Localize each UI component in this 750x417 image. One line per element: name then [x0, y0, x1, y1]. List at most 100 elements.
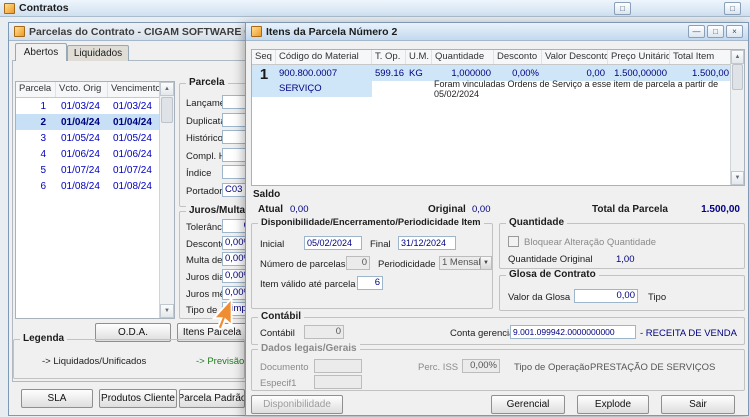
- item-valor-desconto: 0,00: [586, 67, 606, 79]
- tab-liquidados-label: Liquidados: [73, 48, 123, 59]
- sair-button-label: Sair: [689, 399, 707, 410]
- contabil-label: Contábil: [260, 328, 295, 339]
- disponibilidade-group: Disponibilidade/Encerramento/Periodicida…: [251, 217, 493, 309]
- parcelas-grid-scrollbar[interactable]: ▲ ▼: [159, 82, 174, 318]
- column-header-preco-unitario[interactable]: Preço Unitário: [608, 50, 670, 64]
- minimize-icon: —: [692, 26, 701, 36]
- bloquear-label: Bloquear Alteração Quantidade: [524, 237, 657, 248]
- column-header-quantidade[interactable]: Quantidade: [432, 50, 494, 64]
- column-header-um[interactable]: U.M.: [406, 50, 432, 64]
- column-header-vencimento[interactable]: Vencimento: [108, 82, 161, 97]
- glosa-group-title: Glosa de Contrato: [506, 269, 599, 280]
- scroll-down-button[interactable]: ▼: [160, 304, 174, 318]
- parcela-row[interactable]: 3 01/05/24 01/05/24: [16, 130, 174, 146]
- column-header-valor-desconto[interactable]: Valor Desconto: [542, 50, 608, 64]
- multa-de-label: Multa de: [186, 255, 223, 266]
- gerencial-button[interactable]: Gerencial: [491, 395, 565, 414]
- inicial-label: Inicial: [260, 239, 285, 250]
- itens-titlebar[interactable]: Itens da Parcela Número 2 — □ ×: [246, 23, 748, 41]
- conta-gerencial-label: Conta gerencial: [450, 328, 517, 339]
- scrollbar-thumb[interactable]: [161, 97, 173, 123]
- maximize-button[interactable]: □: [707, 25, 724, 38]
- legenda-previsao: -> Previsão: [196, 356, 245, 367]
- parcela-number: 2: [40, 116, 46, 128]
- parcela-row-selected[interactable]: 2 01/04/24 01/04/24: [16, 114, 174, 130]
- num-parcelas-input[interactable]: 0: [346, 256, 370, 270]
- parcela-row[interactable]: 5 01/07/24 01/07/24: [16, 162, 174, 178]
- itens-grid: Seq Código do Material T. Op. U.M. Quant…: [251, 49, 745, 186]
- scroll-down-icon: ▼: [734, 175, 741, 181]
- legenda-liquidados: -> Liquidados/Unificados: [42, 356, 147, 367]
- perc-iss-input[interactable]: 0,00%: [462, 359, 500, 373]
- vcto-orig: 01/07/24: [61, 164, 100, 176]
- parcela-padrao-button[interactable]: Parcela Padrão: [179, 389, 245, 408]
- item-um: KG: [409, 67, 423, 79]
- quantidade-original-value: 1,00: [616, 254, 635, 265]
- dados-legais-group-title: Dados legais/Gerais: [258, 343, 360, 354]
- explode-button[interactable]: Explode: [577, 395, 649, 414]
- itens-grid-scrollbar[interactable]: ▲ ▼: [730, 50, 744, 185]
- scroll-up-button[interactable]: ▲: [731, 50, 744, 64]
- close-button[interactable]: ×: [726, 25, 743, 38]
- final-label: Final: [370, 239, 391, 250]
- column-header-desconto[interactable]: Desconto: [494, 50, 542, 64]
- tab-abertos[interactable]: Abertos: [15, 43, 67, 61]
- periodicidade-combo[interactable]: 1 Mensal ▼: [439, 256, 492, 270]
- item-valido-input[interactable]: 6: [357, 276, 383, 290]
- conta-gerencial-input[interactable]: 9.001.099942.0000000000: [510, 325, 636, 339]
- column-header-codigo[interactable]: Código do Material: [276, 50, 372, 64]
- valor-glosa-input[interactable]: 0,00: [574, 289, 638, 303]
- indice-label: Índice: [186, 168, 212, 179]
- tab-liquidados[interactable]: Liquidados: [67, 45, 129, 61]
- documento-input[interactable]: [314, 359, 362, 373]
- disponibilidade-button[interactable]: Disponibilidade: [251, 395, 343, 414]
- especif1-input[interactable]: [314, 375, 362, 389]
- saldo-total-value: 1.500,00: [701, 204, 740, 215]
- minimize-button[interactable]: —: [688, 25, 705, 38]
- valor-glosa-label: Valor da Glosa: [508, 292, 571, 303]
- scrollbar-thumb[interactable]: [732, 64, 743, 90]
- vencimento: 01/08/24: [113, 180, 152, 192]
- column-header-vcto-orig[interactable]: Vcto. Orig: [56, 82, 108, 97]
- produtos-cliente-button-label: Produtos Cliente: [101, 393, 175, 404]
- column-header-parcela[interactable]: Parcela: [16, 82, 56, 97]
- sla-button[interactable]: SLA: [21, 389, 93, 408]
- mouse-cursor: [211, 296, 233, 331]
- parcela-row[interactable]: 1 01/03/24 01/03/24: [16, 98, 174, 114]
- periodicidade-value: 1 Mensal: [442, 257, 481, 268]
- produtos-cliente-button[interactable]: Produtos Cliente: [99, 389, 177, 408]
- itens-title: Itens da Parcela Número 2: [266, 25, 398, 38]
- final-input[interactable]: 31/12/2024: [398, 236, 456, 250]
- vencimento: 01/04/24: [113, 116, 152, 128]
- conta-gerencial-descricao: - RECEITA DE VENDA: [640, 328, 737, 339]
- scroll-up-button[interactable]: ▲: [160, 82, 174, 96]
- inicial-input[interactable]: 05/02/2024: [304, 236, 362, 250]
- vcto-orig: 01/06/24: [61, 148, 100, 160]
- parcela-number: 3: [40, 132, 46, 144]
- scroll-down-button[interactable]: ▼: [731, 171, 744, 185]
- contabil-group: Contábil Contábil 0 Conta gerencial 9.00…: [251, 311, 745, 345]
- mdi-restore-button[interactable]: □: [614, 2, 631, 15]
- column-header-top[interactable]: T. Op.: [372, 50, 406, 64]
- parcela-row[interactable]: 6 01/08/24 01/08/24: [16, 178, 174, 194]
- contabil-input[interactable]: 0: [304, 325, 344, 339]
- item-row[interactable]: 1 900.800.0007 599.16 KG 1,000000 0,00% …: [252, 65, 744, 99]
- parcela-number: 1: [40, 100, 46, 112]
- itens-window-icon: [251, 26, 262, 37]
- app-restore-button[interactable]: □: [724, 2, 741, 15]
- column-header-seq[interactable]: Seq: [252, 50, 276, 64]
- item-total: 1.500,00: [692, 67, 729, 79]
- parcela-row[interactable]: 4 01/06/24 01/06/24: [16, 146, 174, 162]
- bloquear-checkbox[interactable]: [508, 236, 519, 247]
- quantidade-group-title: Quantidade: [506, 217, 568, 228]
- sair-button[interactable]: Sair: [661, 395, 735, 414]
- parcela-group-title: Parcela: [186, 77, 228, 88]
- saldo-original-value: 0,00: [472, 204, 491, 215]
- item-seq: 1: [252, 65, 276, 97]
- vcto-orig: 01/08/24: [61, 180, 100, 192]
- column-header-total-item[interactable]: Total Item: [670, 50, 732, 64]
- contratos-titlebar[interactable]: Contratos □ □: [0, 0, 750, 17]
- perc-iss-label: Perc. ISS: [418, 362, 459, 373]
- contratos-window-icon: [4, 2, 15, 14]
- saldo-total-label: Total da Parcela: [592, 204, 668, 215]
